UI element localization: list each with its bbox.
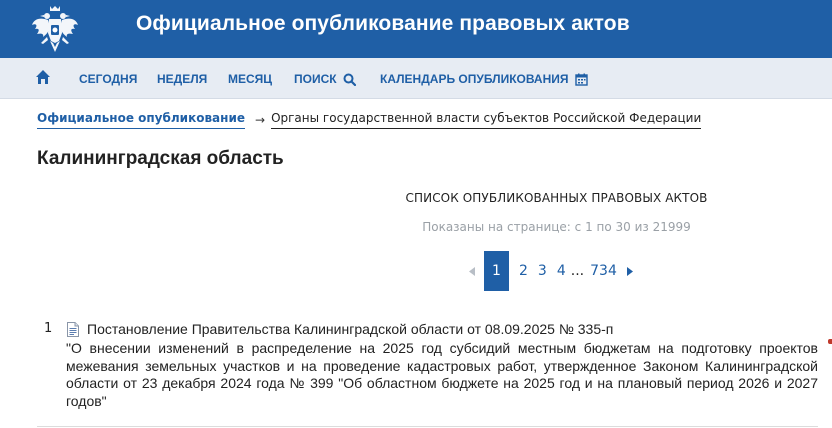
list-heading: СПИСОК ОПУБЛИКОВАННЫХ ПРАВОВЫХ АКТОВ (405, 191, 708, 205)
nav-week-label: НЕДЕЛЯ (157, 72, 208, 86)
pagination-ellipsis: ... (570, 263, 585, 279)
document-description[interactable]: "О внесении изменений в распределение на… (66, 340, 818, 410)
prev-page-icon[interactable] (464, 266, 480, 276)
page-title: Калининградская область (37, 148, 284, 169)
search-icon (343, 73, 356, 86)
page-link-last[interactable]: 734 (585, 263, 622, 279)
page-link[interactable]: 4 (552, 263, 571, 279)
nav-today-label: СЕГОДНЯ (79, 72, 138, 86)
nav-month[interactable]: МЕСЯЦ (228, 72, 272, 86)
calendar-icon (574, 73, 588, 86)
home-icon[interactable] (35, 69, 51, 85)
site-header: Официальное опубликование правовых актов (0, 0, 832, 58)
breadcrumb: Официальное опубликование → Органы госуд… (37, 111, 702, 129)
list-divider (37, 426, 818, 427)
breadcrumb-arrow-icon: → (255, 113, 266, 127)
nav-calendar-label: КАЛЕНДАРЬ ОПУБЛИКОВАНИЯ (380, 72, 569, 86)
document-icon (67, 322, 79, 337)
next-page-icon[interactable] (622, 266, 638, 276)
nav-month-label: МЕСЯЦ (228, 72, 273, 86)
nav-calendar[interactable]: КАЛЕНДАРЬ ОПУБЛИКОВАНИЯ (380, 72, 588, 86)
coat-of-arms-icon[interactable] (30, 3, 80, 55)
document-title-link[interactable]: Постановление Правительства Калининградс… (87, 321, 613, 337)
page-link[interactable]: 3 (533, 263, 552, 279)
breadcrumb-root-link[interactable]: Официальное опубликование (37, 111, 245, 129)
nav-search-label: ПОИСК (294, 72, 337, 86)
document-number: 1 (44, 321, 53, 336)
page-link[interactable]: 2 (514, 263, 533, 279)
site-title: Официальное опубликование правовых актов (136, 12, 630, 35)
nav-week[interactable]: НЕДЕЛЯ (157, 72, 207, 86)
edge-marker (828, 339, 832, 344)
page-current[interactable]: 1 (484, 251, 509, 291)
results-count: Показаны на странице: с 1 по 30 из 21999 (422, 220, 691, 234)
breadcrumb-current-link[interactable]: Органы государственной власти субъектов … (271, 111, 702, 129)
nav-search[interactable]: ПОИСК (294, 72, 356, 86)
main-navigation: СЕГОДНЯ НЕДЕЛЯ МЕСЯЦ ПОИСК КАЛЕНДАРЬ ОПУ… (0, 58, 832, 99)
pagination: 1 2 3 4 ... 734 (464, 251, 638, 291)
nav-today[interactable]: СЕГОДНЯ (79, 72, 137, 86)
